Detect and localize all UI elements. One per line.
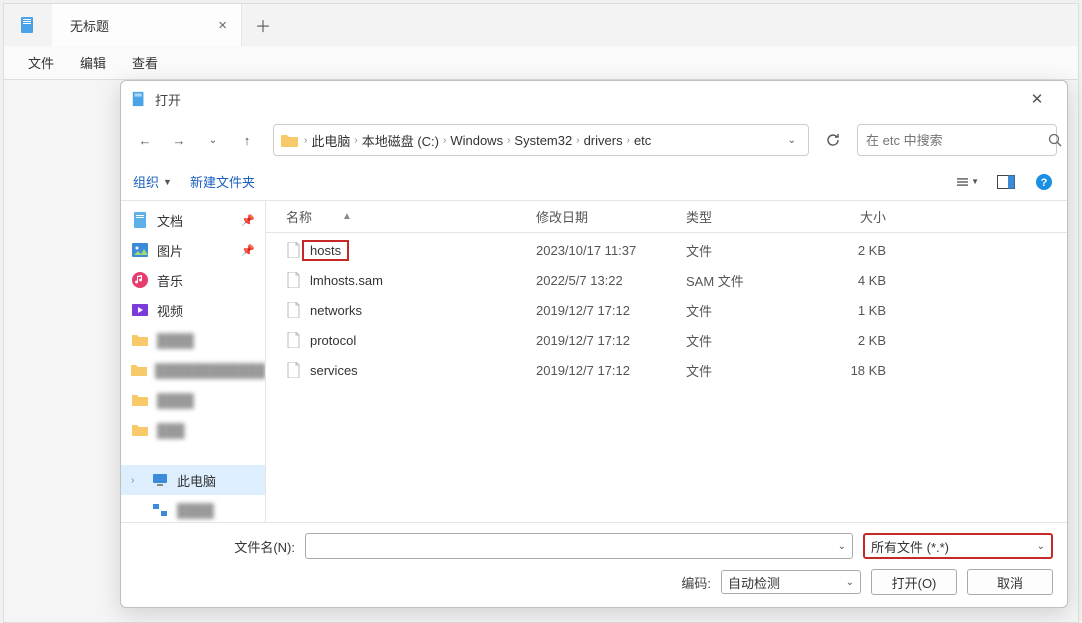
file-pane: 名称▲ 修改日期 类型 大小 hosts2023/10/17 11:37文件2 … [266,201,1067,522]
breadcrumb-seg[interactable]: drivers› [584,133,630,148]
encoding-label: 编码: [681,573,711,592]
chevron-down-icon: ▼ [163,177,172,187]
dialog-title: 打开 [155,90,181,109]
breadcrumb-seg[interactable]: 此电脑› [311,131,357,150]
chevron-right-icon: › [304,135,307,146]
filetype-select[interactable]: 所有文件 (*.*) ⌄ [863,533,1053,559]
file-row[interactable]: services2019/12/7 17:12文件18 KB [266,355,1067,385]
new-tab-button[interactable]: ＋ [242,4,284,46]
back-button[interactable]: ← [131,126,159,154]
menu-view[interactable]: 查看 [122,49,168,76]
organize-button[interactable]: 组织 ▼ [133,172,172,191]
breadcrumb[interactable]: › 此电脑› 本地磁盘 (C:)› Windows› System32› dri… [273,124,809,156]
app-tabs: 无标题 × ＋ [52,4,284,46]
file-row[interactable]: hosts2023/10/17 11:37文件2 KB [266,235,1067,265]
encoding-select[interactable]: 自动检测 ⌄ [721,570,861,594]
folder-icon [131,391,149,409]
file-icon [286,242,302,258]
file-row[interactable]: lmhosts.sam2022/5/7 13:22SAM 文件4 KB [266,265,1067,295]
open-dialog: 打开 ✕ ← → ⌄ ↑ › 此电脑› 本地磁盘 (C:)› Windows› … [120,80,1068,608]
open-button[interactable]: 打开(O) [871,569,957,595]
folder-icon [280,130,300,150]
sidebar-item-folder[interactable]: ███ [121,415,265,445]
chevron-right-icon: › [131,475,143,486]
col-date[interactable]: 修改日期 [536,207,686,226]
search-input[interactable] [857,124,1057,156]
dialog-body: 文档 📌 图片 📌 音乐 视频 ████ ██████ [121,201,1067,522]
picture-icon [131,241,149,259]
new-folder-button[interactable]: 新建文件夹 [190,172,255,191]
notepad-icon [16,13,40,37]
col-name[interactable]: 名称▲ [286,207,536,226]
tab-title: 无标题 [70,16,109,35]
computer-icon [151,471,169,489]
filename-field[interactable] [312,539,838,554]
sidebar-item-documents[interactable]: 文档 📌 [121,205,265,235]
breadcrumb-seg[interactable]: System32› [514,133,579,148]
app-titlebar: 无标题 × ＋ [4,4,1078,46]
search-field[interactable] [866,133,1042,148]
sidebar-item-folder[interactable]: ████████████ [121,355,265,385]
notepad-icon [131,91,147,107]
cancel-button[interactable]: 取消 [967,569,1053,595]
folder-icon [131,421,149,439]
filename-label: 文件名(N): [135,537,295,556]
folder-icon [131,331,149,349]
column-headers: 名称▲ 修改日期 类型 大小 [266,201,1067,233]
sidebar-item-thispc[interactable]: › 此电脑 [121,465,265,495]
sort-asc-icon: ▲ [342,211,352,222]
document-icon [131,211,149,229]
svg-text:?: ? [1041,177,1048,189]
preview-pane-icon[interactable] [995,171,1017,193]
file-icon [286,272,302,288]
app-menubar: 文件 编辑 查看 [4,46,1078,80]
sidebar-item-music[interactable]: 音乐 [121,265,265,295]
dialog-titlebar: 打开 ✕ [121,81,1067,117]
app-tab-active[interactable]: 无标题 × [52,4,242,46]
folder-icon [131,361,147,379]
pin-icon: 📌 [241,214,255,227]
sidebar-item-videos[interactable]: 视频 [121,295,265,325]
search-icon [1048,133,1062,147]
sidebar-item-folder[interactable]: ████ [121,325,265,355]
col-type[interactable]: 类型 [686,207,806,226]
pin-icon: 📌 [241,244,255,257]
breadcrumb-seg[interactable]: 本地磁盘 (C:)› [362,131,447,150]
sidebar-item-pictures[interactable]: 图片 📌 [121,235,265,265]
file-rows: hosts2023/10/17 11:37文件2 KBlmhosts.sam20… [266,233,1067,522]
forward-button[interactable]: → [165,126,193,154]
file-icon [286,332,302,348]
dialog-footer: 文件名(N): ⌄ 所有文件 (*.*) ⌄ 编码: 自动检测 ⌄ 打开(O) … [121,522,1067,607]
sidebar-item-folder[interactable]: ████ [121,385,265,415]
chevron-down-icon[interactable]: ⌄ [838,541,846,552]
breadcrumb-seg[interactable]: etc [634,133,651,148]
menu-file[interactable]: 文件 [18,49,64,76]
chevron-down-icon[interactable]: ⌄ [782,135,802,146]
dialog-toolbar: 组织 ▼ 新建文件夹 ▼ ? [121,163,1067,201]
network-icon [151,501,169,519]
filename-input[interactable]: ⌄ [305,533,853,559]
chevron-down-icon: ⌄ [846,577,854,588]
video-icon [131,301,149,319]
menu-edit[interactable]: 编辑 [70,49,116,76]
chevron-down-icon: ⌄ [1037,541,1045,552]
help-icon[interactable]: ? [1033,171,1055,193]
file-row[interactable]: protocol2019/12/7 17:12文件2 KB [266,325,1067,355]
music-icon [131,271,149,289]
breadcrumb-seg[interactable]: Windows› [450,133,510,148]
sidebar: 文档 📌 图片 📌 音乐 视频 ████ ██████ [121,201,266,522]
up-button[interactable]: ↑ [233,126,261,154]
file-row[interactable]: networks2019/12/7 17:12文件1 KB [266,295,1067,325]
col-size[interactable]: 大小 [806,207,886,226]
sidebar-item-network[interactable]: ████ [121,495,265,522]
close-icon[interactable]: × [218,17,227,34]
close-icon[interactable]: ✕ [1017,90,1057,108]
file-icon [286,362,302,378]
view-list-icon[interactable]: ▼ [957,171,979,193]
file-icon [286,302,302,318]
refresh-button[interactable] [817,124,849,156]
history-chevron-icon[interactable]: ⌄ [199,126,227,154]
nav-bar: ← → ⌄ ↑ › 此电脑› 本地磁盘 (C:)› Windows› Syste… [121,117,1067,163]
